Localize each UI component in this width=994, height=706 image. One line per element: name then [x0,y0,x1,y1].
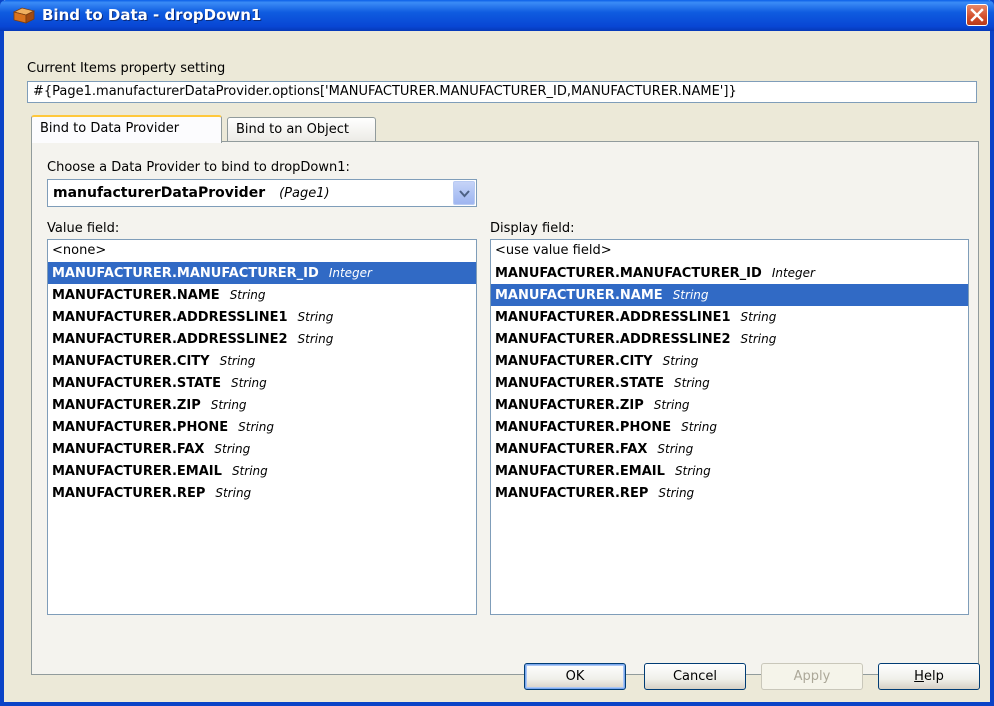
field-type: String [231,464,268,478]
field-type: String [658,486,695,500]
list-item[interactable]: MANUFACTURER.FAX String [491,438,968,460]
list-item[interactable]: MANUFACTURER.REP String [491,482,968,504]
field-type: String [673,376,710,390]
choose-provider-label: Choose a Data Provider to bind to dropDo… [47,160,350,175]
field-name: MANUFACTURER.ADDRESSLINE2 [495,332,731,347]
list-item[interactable]: MANUFACTURER.MANUFACTURER_ID Integer [491,262,968,284]
close-icon [970,8,984,22]
list-item[interactable]: MANUFACTURER.FAX String [48,438,476,460]
field-type: String [674,464,711,478]
field-name: MANUFACTURER.CITY [52,354,210,369]
field-type: String [297,310,334,324]
field-name: MANUFACTURER.FAX [52,442,205,457]
data-provider-dropdown[interactable]: manufacturerDataProvider (Page1) [47,179,477,207]
field-name: MANUFACTURER.ADDRESSLINE1 [52,310,288,325]
field-type: String [230,376,267,390]
list-item[interactable]: MANUFACTURER.ZIP String [48,394,476,416]
field-name: MANUFACTURER.ADDRESSLINE1 [495,310,731,325]
field-name: MANUFACTURER.REP [495,486,649,501]
field-name: MANUFACTURER.EMAIL [52,464,222,479]
current-items-label: Current Items property setting [27,61,226,76]
field-name: MANUFACTURER.MANUFACTURER_ID [52,266,319,281]
list-item[interactable]: MANUFACTURER.CITY String [491,350,968,372]
title-bar[interactable]: Bind to Data - dropDown1 [0,0,994,31]
field-type: Integer [771,266,815,280]
field-type: String [662,354,699,368]
field-type: String [653,398,690,412]
list-item[interactable]: MANUFACTURER.ZIP String [491,394,968,416]
list-item[interactable]: MANUFACTURER.ADDRESSLINE2 String [491,328,968,350]
ok-button[interactable]: OK [524,663,626,690]
list-item[interactable]: MANUFACTURER.EMAIL String [491,460,968,482]
list-item[interactable]: MANUFACTURER.NAME String [491,284,968,306]
field-name: MANUFACTURER.REP [52,486,206,501]
field-type: String [215,486,252,500]
list-item[interactable]: MANUFACTURER.STATE String [48,372,476,394]
list-item[interactable]: MANUFACTURER.MANUFACTURER_ID Integer [48,262,476,284]
field-type: String [740,310,777,324]
field-type: String [672,288,709,302]
field-type: String [681,420,717,434]
list-item[interactable]: MANUFACTURER.STATE String [491,372,968,394]
list-item[interactable]: MANUFACTURER.ADDRESSLINE2 String [48,328,476,350]
field-type: String [297,332,334,346]
field-name: MANUFACTURER.EMAIL [495,464,665,479]
close-button[interactable] [966,4,988,26]
help-label-rest: elp [923,669,944,684]
bind-to-data-dialog: Bind to Data - dropDown1 Current Items p… [0,0,994,706]
field-name: MANUFACTURER.NAME [52,288,220,303]
list-item[interactable]: MANUFACTURER.CITY String [48,350,476,372]
field-name: MANUFACTURER.CITY [495,354,653,369]
field-name: MANUFACTURER.ADDRESSLINE2 [52,332,288,347]
list-item[interactable]: MANUFACTURER.EMAIL String [48,460,476,482]
display-field-list[interactable]: <use value field> MANUFACTURER.MANUFACTU… [490,239,969,615]
display-field-label: Display field: [490,221,575,236]
list-item[interactable]: MANUFACTURER.PHONE String [491,416,968,438]
list-item[interactable]: MANUFACTURER.REP String [48,482,476,504]
field-name: MANUFACTURER.PHONE [495,420,672,435]
value-field-label: Value field: [47,221,120,236]
field-name: MANUFACTURER.NAME [495,288,663,303]
field-name: MANUFACTURER.MANUFACTURER_ID [495,266,762,281]
field-type: String [214,442,251,456]
help-mnemonic: H [914,669,924,684]
list-item[interactable]: MANUFACTURER.ADDRESSLINE1 String [491,306,968,328]
dialog-app-icon [13,7,35,24]
apply-button[interactable]: Apply [761,663,863,690]
provider-scope: (Page1) [279,186,330,201]
field-type: String [238,420,274,434]
chevron-down-icon [459,190,470,198]
list-item-none[interactable]: <none> [48,240,476,262]
field-name: MANUFACTURER.ZIP [495,398,644,413]
cancel-button[interactable]: Cancel [644,663,746,690]
field-type: String [657,442,694,456]
dropdown-selected-value: manufacturerDataProvider (Page1) [53,185,330,201]
dropdown-arrow-button[interactable] [453,181,475,205]
list-item[interactable]: MANUFACTURER.ADDRESSLINE1 String [48,306,476,328]
field-name: MANUFACTURER.ZIP [52,398,201,413]
tab-bind-to-data-provider[interactable]: Bind to Data Provider [31,115,222,143]
list-item[interactable]: MANUFACTURER.PHONE String [48,416,476,438]
field-type: String [210,398,247,412]
field-type: String [219,354,256,368]
dialog-title: Bind to Data - dropDown1 [42,6,262,24]
field-type: Integer [328,266,372,280]
field-name: MANUFACTURER.FAX [495,442,648,457]
current-items-field[interactable]: #{Page1.manufacturerDataProvider.options… [27,81,977,103]
field-name: MANUFACTURER.STATE [495,376,664,391]
value-field-list[interactable]: <none> MANUFACTURER.MANUFACTURER_ID Integ… [47,239,477,615]
field-type: String [740,332,777,346]
field-name: MANUFACTURER.PHONE [52,420,229,435]
tab-bind-to-an-object[interactable]: Bind to an Object [227,117,376,141]
list-item[interactable]: MANUFACTURER.NAME String [48,284,476,306]
list-item-use-value-field[interactable]: <use value field> [491,240,968,262]
field-name: MANUFACTURER.STATE [52,376,221,391]
help-button[interactable]: Help [878,663,980,690]
field-type: String [229,288,266,302]
provider-name: manufacturerDataProvider [53,185,266,201]
